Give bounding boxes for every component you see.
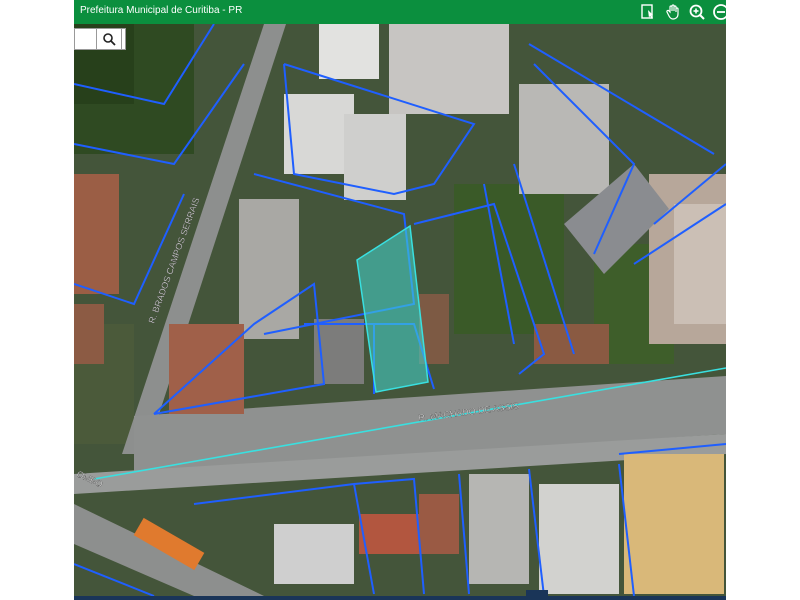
header-bar: Prefeitura Municipal de Curitiba - PR xyxy=(74,0,726,24)
zoom-out-icon[interactable] xyxy=(710,1,726,23)
zoom-in-icon[interactable] xyxy=(686,1,708,23)
search-button[interactable] xyxy=(96,28,122,50)
map-canvas[interactable]: R. BRADOS CAMPOS SERRAIS R. MACHADO DE A… xyxy=(74,24,726,596)
map-app: Prefeitura Municipal de Curitiba - PR ga… xyxy=(74,0,726,600)
pan-hand-icon[interactable] xyxy=(662,1,684,23)
identify-tool-icon[interactable] xyxy=(637,1,659,23)
search-icon xyxy=(103,33,116,46)
app-title: Prefeitura Municipal de Curitiba - PR xyxy=(80,5,243,16)
footer-bar xyxy=(74,596,726,600)
bottom-panel-handle[interactable] xyxy=(526,590,548,598)
